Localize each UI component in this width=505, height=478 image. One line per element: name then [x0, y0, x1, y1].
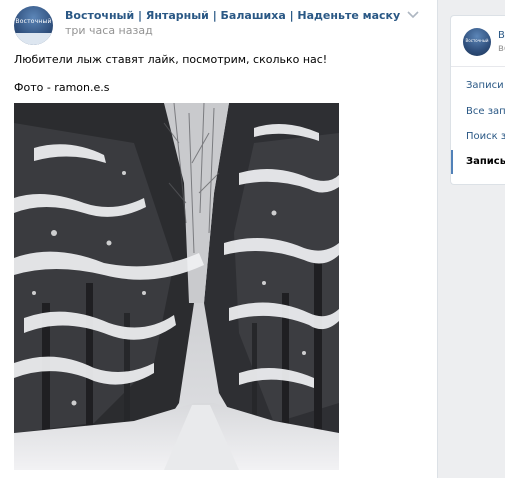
post-time[interactable]: три часа назад — [65, 24, 153, 37]
divider — [451, 66, 505, 67]
avatar-logo-text: Восточный — [15, 18, 52, 25]
wall-post: Восточный Восточный | Янтарный | Балаших… — [0, 0, 438, 478]
group-avatar[interactable]: Восточный — [14, 6, 53, 45]
sidebar-item-current-post[interactable]: Запись и — [466, 156, 505, 167]
group-name-link[interactable]: Восточный | Янтарный | Балашиха | Надень… — [65, 9, 400, 22]
sidebar-group-name[interactable]: Во — [498, 30, 505, 41]
post-text-line: Любители лыж ставят лайк, посмотрим, ско… — [14, 53, 328, 66]
sidebar-group-sub: ве — [498, 43, 505, 54]
sidebar-item-community-posts[interactable]: Записи с — [466, 80, 505, 91]
sidebar-group-avatar[interactable]: Восточный — [463, 28, 491, 56]
sidebar-item-search-posts[interactable]: Поиск за — [466, 131, 505, 142]
snowy-forest-image — [14, 103, 339, 470]
active-indicator — [451, 150, 453, 174]
sidebar-avatar-text: Восточный — [465, 38, 489, 43]
photo-credit: Фото - ramon.e.s — [14, 81, 110, 94]
post-text: Любители лыж ставят лайк, посмотрим, ско… — [14, 53, 424, 95]
right-sidebar-menu: Восточный Во ве Записи с Все запи Поиск … — [450, 15, 505, 185]
post-photo[interactable] — [14, 103, 339, 470]
sidebar-item-all-posts[interactable]: Все запи — [466, 106, 505, 117]
chevron-down-icon[interactable] — [406, 9, 420, 21]
